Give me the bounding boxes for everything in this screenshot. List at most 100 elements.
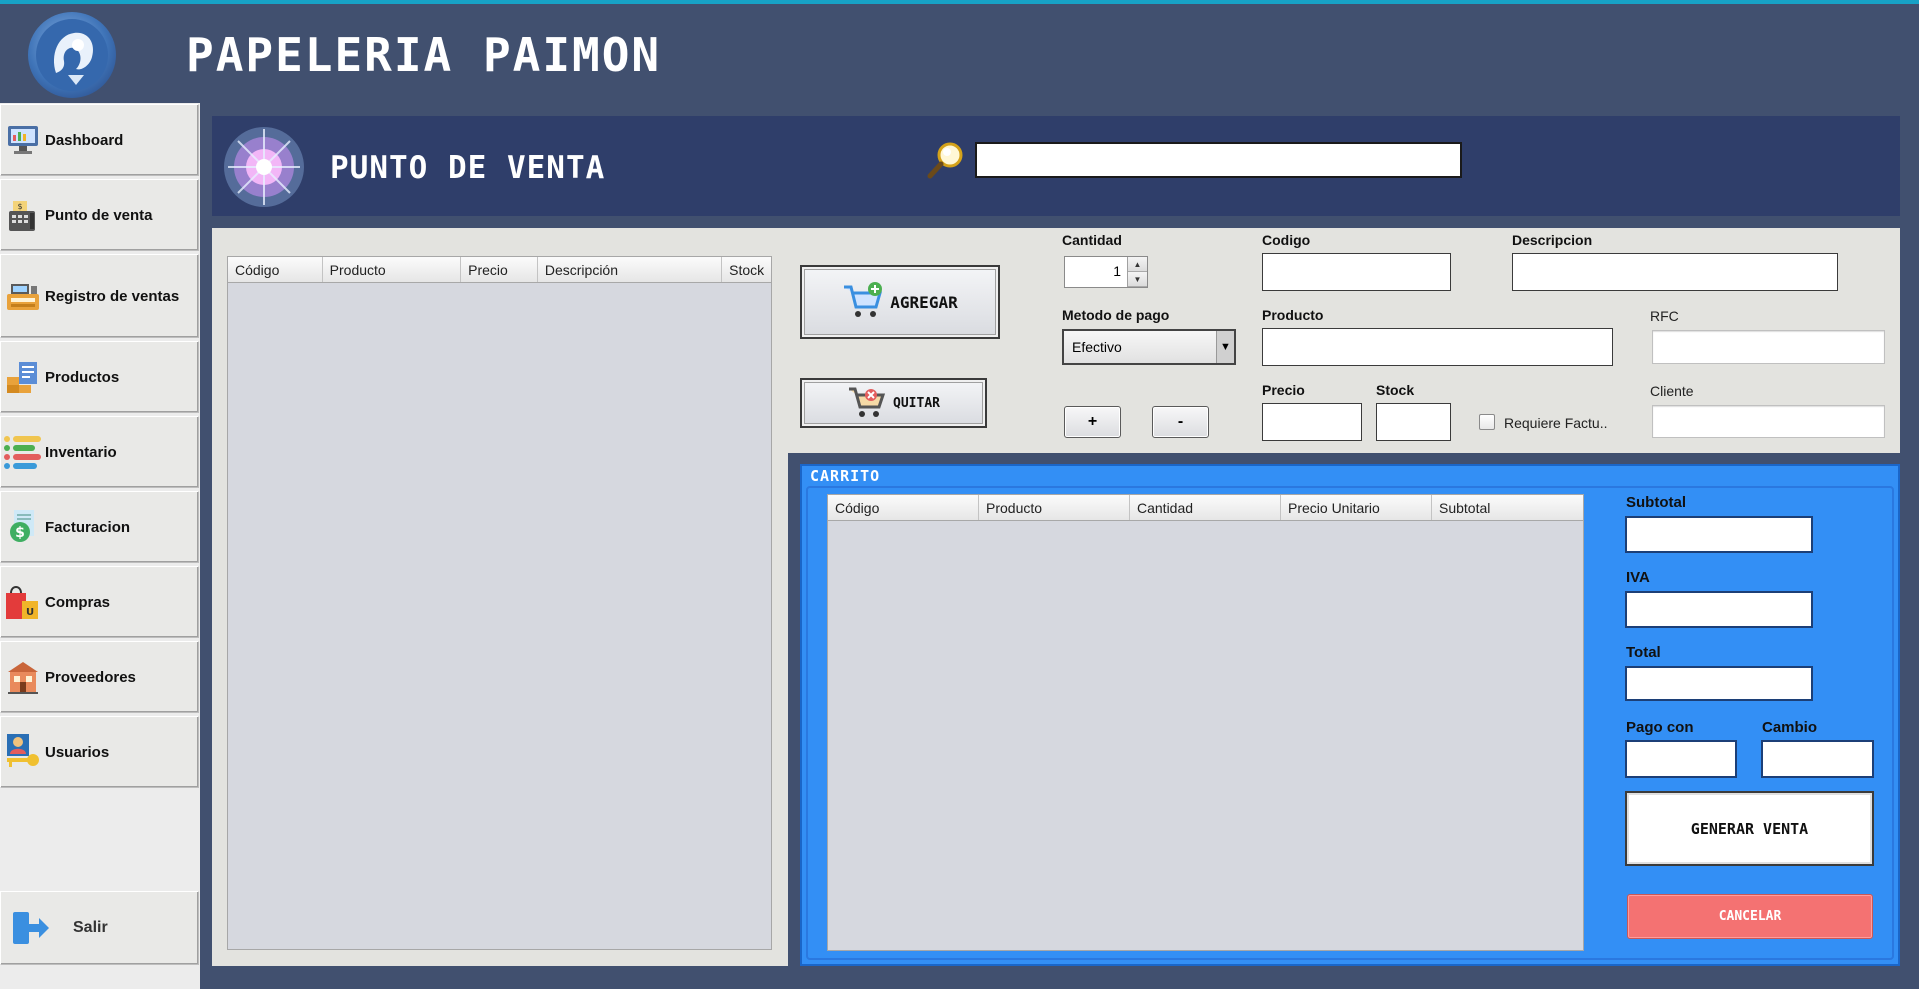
search-icon[interactable] xyxy=(926,140,966,180)
sidebar-item-inventario[interactable]: Inventario xyxy=(0,416,199,488)
search-input[interactable] xyxy=(975,142,1462,178)
sidebar-item-label: Facturacion xyxy=(45,518,131,536)
page-logo xyxy=(216,121,312,213)
metodo-pago-label: Metodo de pago xyxy=(1062,307,1170,323)
app-logo xyxy=(28,12,116,98)
remove-button-label: QUITAR xyxy=(893,395,940,411)
sidebar-item-registro-de-ventas[interactable]: Registro de ventas xyxy=(0,254,199,338)
minus-button[interactable]: - xyxy=(1152,406,1209,438)
sidebar-item-productos[interactable]: Productos xyxy=(0,341,199,413)
producto-label: Producto xyxy=(1262,307,1324,323)
codigo-label: Codigo xyxy=(1262,232,1311,248)
decrement-arrow-icon[interactable]: ▼ xyxy=(1128,272,1147,287)
cambio-field[interactable] xyxy=(1761,740,1874,778)
payment-method-value: Efectivo xyxy=(1072,339,1122,355)
column-header[interactable]: Descripción xyxy=(538,257,723,282)
column-header[interactable]: Subtotal xyxy=(1432,495,1583,520)
add-to-cart-icon xyxy=(842,281,884,324)
rfc-label: RFC xyxy=(1650,308,1679,324)
subtotal-label: Subtotal xyxy=(1626,494,1686,511)
total-field[interactable] xyxy=(1625,666,1813,701)
descripcion-label: Descripcion xyxy=(1512,232,1593,248)
cancel-button[interactable]: CANCELAR xyxy=(1627,894,1873,939)
paimon-logo-icon xyxy=(36,19,108,91)
sidebar-item-label: Usuarios xyxy=(45,743,110,761)
descripcion-input[interactable] xyxy=(1512,253,1838,291)
sidebar-item-usuarios[interactable]: Usuarios xyxy=(0,716,199,788)
sidebar-item-label: Proveedores xyxy=(45,668,136,686)
sidebar-item-label: Productos xyxy=(45,368,120,386)
codigo-input[interactable] xyxy=(1262,253,1451,291)
exit-icon xyxy=(1,906,61,950)
column-header[interactable]: Precio xyxy=(461,257,538,282)
cantidad-label: Cantidad xyxy=(1062,232,1122,248)
page-title: PUNTO DE VENTA xyxy=(330,150,606,186)
exit-label: Salir xyxy=(73,919,108,936)
app-title: PAPELERIA PAIMON xyxy=(186,28,662,82)
stock-label: Stock xyxy=(1376,382,1415,398)
cliente-input[interactable] xyxy=(1652,405,1885,438)
column-header[interactable]: Código xyxy=(828,495,979,520)
products-panel: Código Producto Precio Descripción Stock xyxy=(212,228,788,966)
iva-field[interactable] xyxy=(1625,591,1813,628)
subtotal-field[interactable] xyxy=(1625,516,1813,553)
generate-sale-button[interactable]: GENERAR VENTA xyxy=(1625,791,1874,866)
sidebar-item-label: Punto de venta xyxy=(45,206,153,224)
remove-button[interactable]: QUITAR xyxy=(800,378,987,428)
shopping-bag-icon: U xyxy=(1,580,45,624)
products-icon xyxy=(1,355,45,399)
sidebar-item-compras[interactable]: U Compras xyxy=(0,566,199,638)
svg-text:$: $ xyxy=(17,202,22,211)
pago-con-field[interactable] xyxy=(1625,740,1737,778)
sidebar: Dashboard $ Punto de venta Registro de v… xyxy=(0,103,200,989)
column-header[interactable]: Código xyxy=(228,257,323,282)
cliente-label: Cliente xyxy=(1650,383,1694,399)
svg-text:U: U xyxy=(26,607,34,618)
column-header[interactable]: Producto xyxy=(323,257,462,282)
sidebar-item-facturacion[interactable]: $ Facturacion xyxy=(0,491,199,563)
add-button[interactable]: AGREGAR xyxy=(800,265,1000,339)
cart-table[interactable]: Código Producto Cantidad Precio Unitario… xyxy=(827,494,1584,951)
sidebar-item-label: Inventario xyxy=(45,443,117,461)
stock-input[interactable] xyxy=(1376,403,1451,441)
cambio-label: Cambio xyxy=(1762,719,1818,736)
rfc-input[interactable] xyxy=(1652,330,1885,364)
chevron-down-icon: ▼ xyxy=(1216,331,1234,363)
sidebar-item-punto-de-venta[interactable]: $ Punto de venta xyxy=(0,179,199,251)
precio-input[interactable] xyxy=(1262,403,1362,441)
column-header[interactable]: Producto xyxy=(979,495,1130,520)
add-button-label: AGREGAR xyxy=(890,292,958,312)
products-table[interactable]: Código Producto Precio Descripción Stock xyxy=(227,256,772,950)
factura-checkbox[interactable] xyxy=(1479,414,1495,430)
quantity-stepper[interactable]: 1 ▲ ▼ xyxy=(1064,256,1148,288)
remove-from-cart-icon xyxy=(847,385,887,422)
inventory-icon xyxy=(1,430,45,474)
producto-input[interactable] xyxy=(1262,328,1613,366)
pago-con-label: Pago con xyxy=(1626,719,1694,736)
register-icon xyxy=(1,274,45,318)
sidebar-item-proveedores[interactable]: Proveedores xyxy=(0,641,199,713)
sidebar-item-dashboard[interactable]: Dashboard xyxy=(0,104,199,176)
payment-method-select[interactable]: Efectivo ▼ xyxy=(1062,329,1236,365)
sidebar-item-label: Dashboard xyxy=(45,131,124,149)
sidebar-item-label: Compras xyxy=(45,593,111,611)
dashboard-icon xyxy=(1,118,45,162)
column-header[interactable]: Stock xyxy=(722,257,771,282)
cart-table-header: Código Producto Cantidad Precio Unitario… xyxy=(828,495,1583,521)
plus-button[interactable]: + xyxy=(1064,406,1121,438)
column-header[interactable]: Cantidad xyxy=(1130,495,1281,520)
product-form: AGREGAR QUITAR Cantidad 1 ▲ ▼ Metodo de … xyxy=(788,228,1900,453)
users-icon xyxy=(1,730,45,774)
cash-register-icon: $ xyxy=(1,193,45,237)
increment-arrow-icon[interactable]: ▲ xyxy=(1128,257,1147,272)
column-header[interactable]: Precio Unitario xyxy=(1281,495,1432,520)
cart-title: CARRITO xyxy=(810,467,881,485)
precio-label: Precio xyxy=(1262,382,1305,398)
exit-button[interactable]: Salir xyxy=(0,891,199,965)
sidebar-item-label: Registro de ventas xyxy=(45,287,180,305)
top-accent-line xyxy=(0,0,1919,4)
store-icon xyxy=(1,655,45,699)
svg-text:$: $ xyxy=(15,525,25,541)
invoice-icon: $ xyxy=(1,505,45,549)
quantity-value: 1 xyxy=(1113,263,1121,279)
